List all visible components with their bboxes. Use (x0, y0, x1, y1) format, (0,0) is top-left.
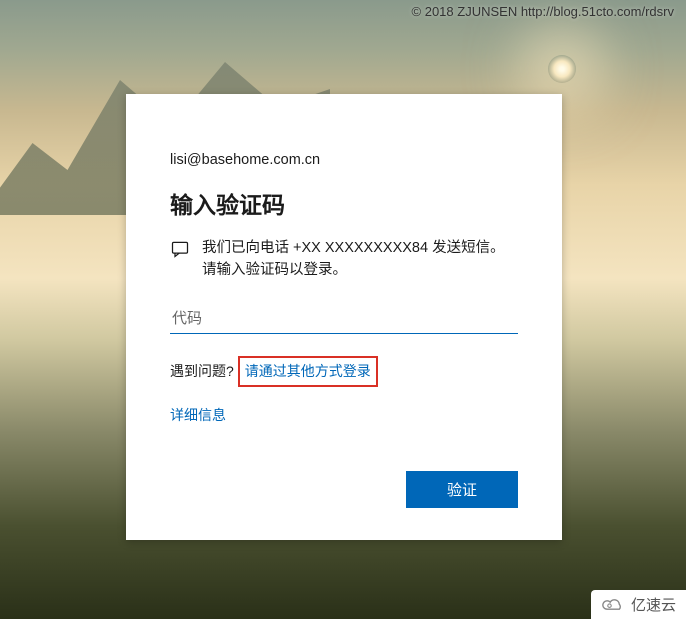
trouble-label: 遇到问题? (170, 361, 234, 381)
footer-logo-badge: 亿速云 (591, 590, 686, 619)
background-sun (548, 55, 576, 83)
cloud-icon (599, 596, 627, 614)
trouble-row: 遇到问题? 请通过其他方式登录 (170, 356, 518, 387)
page-title: 输入验证码 (170, 186, 518, 220)
footer-logo-text: 亿速云 (631, 594, 676, 615)
code-input[interactable] (170, 304, 518, 334)
instruction-row: 我们已向电话 +XX XXXXXXXXX84 发送短信。请输入验证码以登录。 (170, 238, 518, 282)
watermark-text: © 2018 ZJUNSEN http://blog.51cto.com/rds… (412, 4, 674, 19)
user-email: lisi@basehome.com.cn (170, 152, 518, 168)
details-link[interactable]: 详细信息 (170, 405, 518, 425)
auth-card: lisi@basehome.com.cn 输入验证码 我们已向电话 +XX XX… (126, 94, 562, 540)
other-methods-link[interactable]: 请通过其他方式登录 (245, 363, 371, 379)
instruction-text: 我们已向电话 +XX XXXXXXXXX84 发送短信。请输入验证码以登录。 (202, 238, 518, 282)
highlight-box: 请通过其他方式登录 (238, 356, 378, 387)
sms-icon (170, 239, 190, 259)
verify-button[interactable]: 验证 (406, 471, 518, 508)
button-row: 验证 (170, 471, 518, 508)
